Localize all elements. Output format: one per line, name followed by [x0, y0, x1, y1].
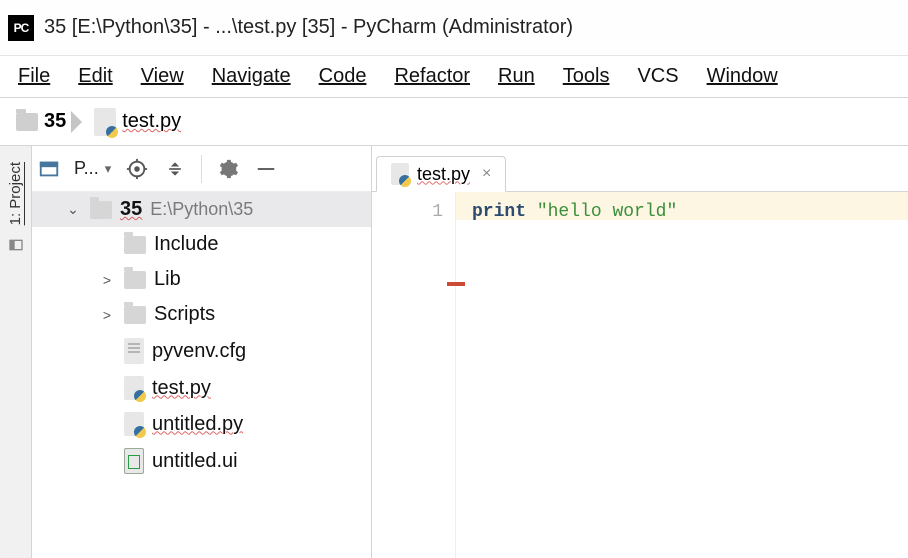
tree-node-scripts[interactable]: > Scripts — [32, 297, 371, 332]
tree-node-label: test.py — [152, 377, 211, 400]
folder-icon — [90, 201, 112, 219]
tree-node-testpy[interactable]: test.py — [32, 370, 371, 406]
menu-refactor[interactable]: Refactor — [394, 65, 470, 88]
title-bar: PC 35 [E:\Python\35] - ...\test.py [35] … — [0, 0, 908, 56]
gear-icon[interactable] — [216, 157, 240, 181]
menu-run[interactable]: Run — [498, 65, 535, 88]
tree-node-label: Scripts — [154, 303, 215, 326]
breadcrumb-file-label: test.py — [122, 110, 181, 133]
menu-view[interactable]: View — [141, 65, 184, 88]
tool-window-icon — [8, 237, 24, 253]
code-keyword: print — [472, 202, 526, 222]
tree-node-pyvenv[interactable]: pyvenv.cfg — [32, 332, 371, 370]
tree-node-label: pyvenv.cfg — [152, 340, 246, 363]
toolbar-divider — [201, 155, 202, 183]
window-icon — [38, 158, 60, 180]
python-file-icon — [124, 376, 144, 400]
tree-node-untitledui[interactable]: untitled.ui — [32, 442, 371, 480]
editor-gutter: 1 — [372, 192, 456, 558]
locate-icon[interactable] — [125, 157, 149, 181]
menu-file[interactable]: File — [18, 65, 50, 88]
project-tree: ⌄ 35 E:\Python\35 Include > Lib > Script… — [32, 192, 371, 558]
collapse-all-icon[interactable] — [163, 157, 187, 181]
tree-node-label: untitled.ui — [152, 450, 238, 473]
menu-window[interactable]: Window — [707, 65, 778, 88]
breadcrumb-file[interactable]: test.py — [88, 105, 187, 139]
project-tool-tab[interactable]: 1: Project — [7, 158, 24, 229]
chevron-down-icon: ⌄ — [64, 201, 82, 218]
project-panel: P... ▾ ⌄ 35 E:\Python\35 — [32, 146, 372, 558]
project-view-label: P... — [74, 158, 99, 179]
python-file-icon — [124, 412, 144, 436]
navigation-breadcrumb: 35 test.py — [0, 98, 908, 146]
hide-panel-icon[interactable] — [254, 157, 278, 181]
python-file-icon — [94, 108, 116, 136]
tree-node-label: Include — [154, 233, 219, 256]
tree-node-label: untitled.py — [152, 413, 243, 436]
folder-icon — [124, 236, 146, 254]
ui-file-icon — [124, 448, 144, 474]
menu-navigate[interactable]: Navigate — [212, 65, 291, 88]
close-tab-icon[interactable]: × — [478, 165, 491, 183]
main-area: 1: Project P... ▾ — [0, 146, 908, 558]
tree-root-name: 35 — [120, 198, 142, 221]
chevron-right-icon: > — [98, 307, 116, 323]
menu-code[interactable]: Code — [319, 65, 367, 88]
editor-tab-label: test.py — [417, 164, 470, 185]
editor-tab-testpy[interactable]: test.py × — [376, 156, 506, 192]
menu-edit[interactable]: Edit — [78, 65, 112, 88]
chevron-right-icon: > — [98, 272, 116, 288]
folder-icon — [124, 271, 146, 289]
project-view-dropdown[interactable]: P... ▾ — [74, 158, 111, 179]
line-number: 1 — [372, 202, 443, 222]
folder-icon — [124, 306, 146, 324]
editor-tabstrip: test.py × — [372, 146, 908, 192]
tree-root-node[interactable]: ⌄ 35 E:\Python\35 — [32, 192, 371, 227]
tree-node-lib[interactable]: > Lib — [32, 262, 371, 297]
python-file-icon — [391, 163, 409, 185]
tree-root-path: E:\Python\35 — [150, 199, 253, 220]
window-title: 35 [E:\Python\35] - ...\test.py [35] - P… — [44, 16, 573, 39]
app-icon: PC — [8, 15, 34, 41]
file-icon — [124, 338, 144, 364]
tree-node-label: Lib — [154, 268, 181, 291]
chevron-down-icon: ▾ — [105, 161, 112, 177]
breadcrumb-root-label: 35 — [44, 110, 66, 133]
menu-bar: File Edit View Navigate Code Refactor Ru… — [0, 56, 908, 98]
tree-node-include[interactable]: Include — [32, 227, 371, 262]
tool-window-bar: 1: Project — [0, 146, 32, 558]
code-string: "hello world" — [537, 202, 677, 222]
tree-node-untitledpy[interactable]: untitled.py — [32, 406, 371, 442]
menu-vcs[interactable]: VCS — [637, 65, 678, 88]
code-line-1[interactable]: print "hello world" — [456, 192, 908, 220]
folder-icon — [16, 113, 38, 131]
breadcrumb-root[interactable]: 35 — [10, 105, 72, 139]
error-stripe-marker[interactable] — [447, 282, 465, 286]
project-panel-toolbar: P... ▾ — [32, 146, 371, 192]
menu-tools[interactable]: Tools — [563, 65, 610, 88]
editor-body[interactable]: 1 print "hello world" — [372, 192, 908, 558]
editor-area: test.py × 1 print "hello world" — [372, 146, 908, 558]
